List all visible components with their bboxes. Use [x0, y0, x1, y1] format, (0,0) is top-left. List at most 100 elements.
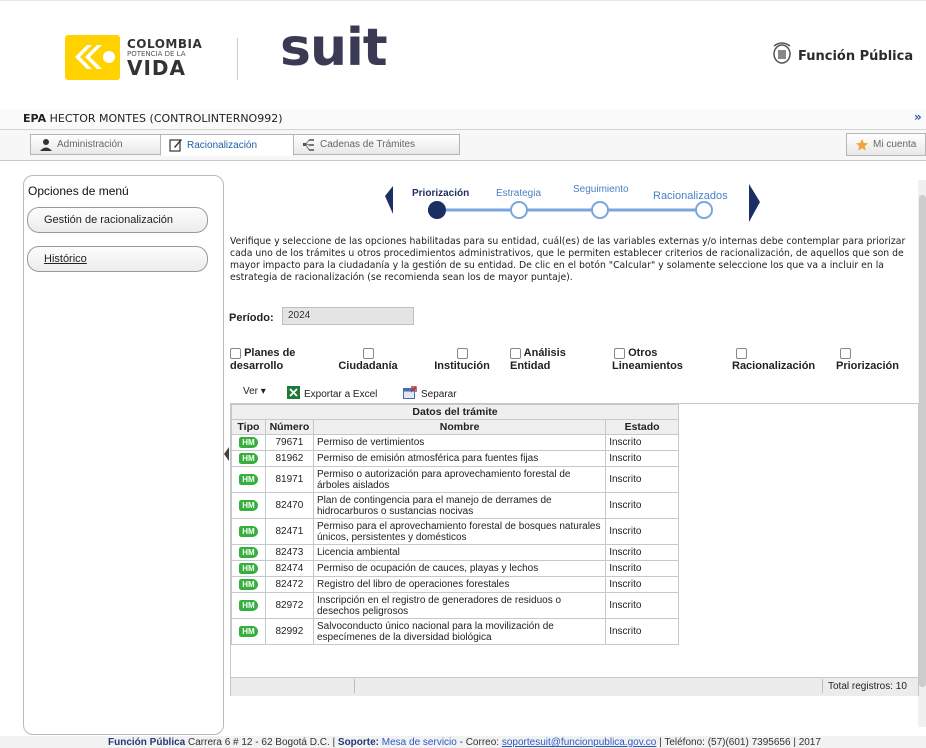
nombre-cell: Permiso de emisión atmosférica para fuen…: [312, 450, 607, 467]
tramites-table: Datos del trámite Tipo Número Nombre Est…: [231, 404, 679, 645]
footer-separator: [354, 679, 355, 693]
step-racionalizados[interactable]: Racionalizados: [653, 190, 728, 202]
estado-cell: Inscrito: [605, 544, 679, 561]
tab-label: Racionalización: [187, 139, 258, 151]
total-records: Total registros: 10: [828, 681, 907, 692]
column-header-estado[interactable]: Estado: [605, 419, 679, 435]
tipo-cell: HM: [231, 518, 266, 545]
separate-button[interactable]: Separar: [403, 386, 457, 402]
tipo-cell: HM: [231, 592, 266, 619]
estado-cell: Inscrito: [605, 518, 679, 545]
tipo-cell: HM: [231, 618, 266, 645]
table-row[interactable]: HM 82972 Inscripción en el registro de gen…: [231, 592, 679, 619]
sidebar-item-gestion[interactable]: Gestión de racionalización: [27, 207, 208, 233]
table-row[interactable]: HM 82473 Licencia ambiental Inscrito: [231, 544, 679, 561]
nombre-cell: Salvoconducto único nacional para la mov…: [312, 618, 607, 645]
column-header-numero[interactable]: Número: [264, 419, 315, 435]
table-row[interactable]: HM 81971 Permiso o autorización para aprov…: [231, 466, 679, 493]
sidebar-item-label: Histórico: [44, 253, 87, 265]
step-estrategia[interactable]: Estrategia: [496, 188, 541, 199]
detach-icon: [403, 386, 417, 402]
racionalizacion-checkbox[interactable]: [736, 347, 747, 359]
export-excel-button[interactable]: Exportar a Excel: [287, 386, 377, 402]
user-icon: [39, 138, 53, 152]
table-row[interactable]: HM 81962 Permiso de emisión atmosférica pa…: [231, 450, 679, 467]
table-row[interactable]: HM 82472 Registro del libro de operaciones…: [231, 576, 679, 593]
separate-label: Separar: [421, 388, 457, 400]
numero-cell: 82992: [264, 618, 315, 645]
criteria-racionalizacion[interactable]: Racionalización: [732, 347, 815, 373]
mi-cuenta-button[interactable]: Mi cuenta: [846, 133, 926, 156]
instructions-text: Verifique y seleccione de las opciones h…: [230, 236, 906, 283]
nombre-cell: Plan de contingencia para el manejo de d…: [312, 492, 607, 519]
institucion-checkbox[interactable]: [456, 347, 468, 359]
table-row[interactable]: HM 82992 Salvoconducto único nacional para…: [231, 618, 679, 645]
estado-cell: Inscrito: [605, 560, 679, 577]
numero-cell: 79671: [264, 434, 315, 451]
expand-icon[interactable]: »: [914, 110, 922, 124]
step-priorizacion[interactable]: Priorización: [412, 188, 469, 199]
table-row[interactable]: HM 82471 Permiso para el aprovechamiento f…: [231, 518, 679, 545]
footer-org: Función Pública: [108, 737, 186, 748]
header-divider: [237, 38, 238, 80]
support-email-link[interactable]: soportesuit@funcionpublica.gov.co: [502, 737, 657, 748]
colombia-text: COLOMBIA: [127, 37, 203, 51]
coat-of-arms-icon: [770, 40, 794, 70]
hm-badge: HM: [239, 453, 258, 464]
criteria-label: Priorización: [836, 360, 899, 372]
suit-logo: suit: [280, 18, 388, 78]
tipo-cell: HM: [231, 434, 266, 451]
period-field: 2024: [282, 307, 414, 325]
estado-cell: Inscrito: [605, 576, 679, 593]
tipo-cell: HM: [231, 576, 266, 593]
user-info: EPA HECTOR MONTES (CONTROLINTERNO992): [23, 112, 283, 125]
step-seguimiento[interactable]: Seguimiento: [573, 184, 629, 195]
sidebar-title: Opciones de menú: [28, 184, 129, 198]
estado-cell: Inscrito: [605, 466, 679, 493]
criteria-label: Institución: [434, 360, 490, 372]
sidebar-item-label: Gestión de racionalización: [44, 214, 174, 226]
scrollbar-thumb[interactable]: [919, 195, 926, 687]
star-icon: [855, 138, 869, 152]
criteria-otros[interactable]: Otros Lineamientos: [612, 347, 683, 373]
numero-cell: 82473: [264, 544, 315, 561]
support-link[interactable]: Mesa de servicio: [379, 737, 457, 748]
stepper: Priorización Estrategia Seguimiento Raci…: [385, 178, 775, 228]
nombre-cell: Permiso de ocupación de cauces, playas y…: [312, 560, 607, 577]
tipo-cell: HM: [231, 450, 266, 467]
tab-administracion[interactable]: Administración: [30, 134, 164, 155]
grid-footer: [231, 677, 918, 696]
view-menu[interactable]: Ver ▾: [243, 386, 266, 397]
criteria-institucion[interactable]: Institución: [432, 347, 492, 373]
footer-text: Función Pública Carrera 6 # 12 - 62 Bogo…: [108, 737, 821, 748]
table-row[interactable]: HM 79671 Permiso de vertimientos Inscrito: [231, 434, 679, 451]
footer-phone: | Teléfono: (57)(601) 7395656 | 2017: [656, 737, 821, 748]
ciudadania-checkbox[interactable]: [362, 347, 374, 359]
colombia-chevron-icon: [65, 35, 120, 80]
numero-cell: 81962: [264, 450, 315, 467]
sidebar-item-historico[interactable]: Histórico: [27, 246, 208, 272]
column-header-tipo[interactable]: Tipo: [231, 419, 266, 435]
criteria-ciudadania[interactable]: Ciudadanía: [338, 347, 398, 373]
column-header-nombre[interactable]: Nombre: [312, 419, 607, 435]
hm-badge: HM: [239, 474, 258, 485]
nombre-cell: Permiso de vertimientos: [312, 434, 607, 451]
planes-checkbox[interactable]: [230, 347, 241, 359]
tab-label: Administración: [57, 139, 123, 150]
numero-cell: 82474: [264, 560, 315, 577]
hm-badge: HM: [239, 563, 258, 574]
otros-checkbox[interactable]: [614, 347, 625, 359]
tab-cadenas[interactable]: Cadenas de Trámites: [293, 134, 460, 155]
table-row[interactable]: HM 82474 Permiso de ocupación de cauces, p…: [231, 560, 679, 577]
priorizacion-checkbox[interactable]: [840, 347, 851, 359]
nombre-cell: Registro del libro de operaciones forest…: [312, 576, 607, 593]
criteria-label: Entidad: [510, 360, 551, 372]
tab-racionalizacion[interactable]: Racionalización: [160, 134, 294, 156]
criteria-planes[interactable]: Planes de desarrollo: [230, 347, 295, 373]
criteria-priorizacion[interactable]: Priorización: [836, 347, 899, 373]
analisis-checkbox[interactable]: [510, 347, 521, 359]
criteria-label: Racionalización: [732, 360, 816, 372]
criteria-analisis[interactable]: Análisis Entidad: [510, 347, 566, 373]
table-row[interactable]: HM 82470 Plan de contingencia para el mane…: [231, 492, 679, 519]
footer-support-label: Soporte:: [337, 737, 380, 748]
